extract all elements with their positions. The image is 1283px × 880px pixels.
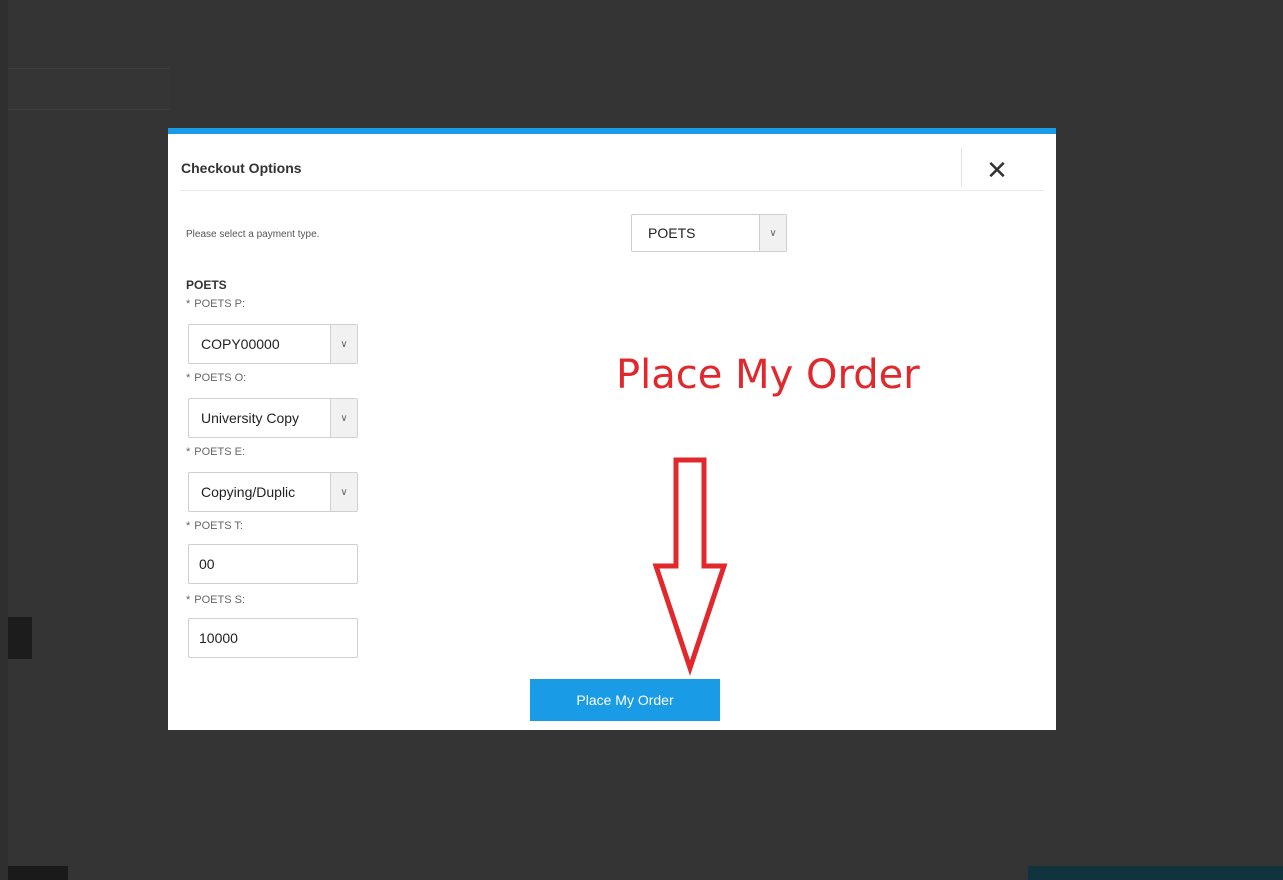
poets-e-value: Copying/Duplic [201, 484, 296, 500]
payment-type-select[interactable]: POETS ∨ [631, 214, 787, 252]
annotation-text: Place My Order [616, 352, 920, 398]
poets-p-select[interactable]: COPY00000 ∨ [188, 324, 358, 364]
required-mark: * [186, 446, 191, 458]
checkout-options-modal: Checkout Options ✕ Please select a payme… [168, 128, 1056, 730]
poets-e-label: * POETS E: [186, 446, 245, 458]
background-nav-bar [8, 68, 170, 110]
payment-type-prompt: Please select a payment type. [186, 229, 320, 240]
poets-s-input[interactable] [188, 618, 358, 658]
chevron-down-icon: ∨ [330, 325, 357, 363]
required-mark: * [186, 372, 191, 384]
required-mark: * [186, 520, 191, 532]
chevron-down-icon: ∨ [330, 473, 357, 511]
poets-s-label: * POETS S: [186, 594, 245, 606]
poets-e-label-text: POETS E: [194, 446, 246, 458]
close-button[interactable]: ✕ [980, 156, 1014, 186]
poets-t-label: * POETS T: [186, 520, 243, 532]
place-my-order-button[interactable]: Place My Order [530, 679, 720, 721]
background-button [8, 617, 32, 659]
poets-o-value: University Copy [201, 410, 300, 426]
poets-e-select[interactable]: Copying/Duplic ∨ [188, 472, 358, 512]
background-footer-right [1028, 866, 1283, 880]
poets-p-value: COPY00000 [201, 336, 280, 352]
payment-type-value: POETS [648, 225, 696, 241]
section-label: POETS [186, 278, 227, 292]
background-footer-left [8, 866, 68, 880]
down-arrow-icon [652, 457, 728, 676]
poets-t-label-text: POETS T: [194, 520, 243, 532]
close-separator [961, 148, 962, 186]
poets-p-label: * POETS P: [186, 298, 245, 310]
poets-p-label-text: POETS P: [194, 298, 246, 310]
modal-title: Checkout Options [181, 160, 302, 176]
header-divider [180, 190, 1044, 191]
required-mark: * [186, 298, 191, 310]
poets-o-select[interactable]: University Copy ∨ [188, 398, 358, 438]
chevron-down-icon: ∨ [330, 399, 357, 437]
required-mark: * [186, 594, 191, 606]
poets-o-label-text: POETS O: [194, 372, 247, 384]
close-icon: ✕ [986, 155, 1008, 185]
poets-o-label: * POETS O: [186, 372, 246, 384]
poets-s-label-text: POETS S: [194, 594, 246, 606]
chevron-down-icon: ∨ [759, 215, 786, 251]
poets-t-input[interactable] [188, 544, 358, 584]
